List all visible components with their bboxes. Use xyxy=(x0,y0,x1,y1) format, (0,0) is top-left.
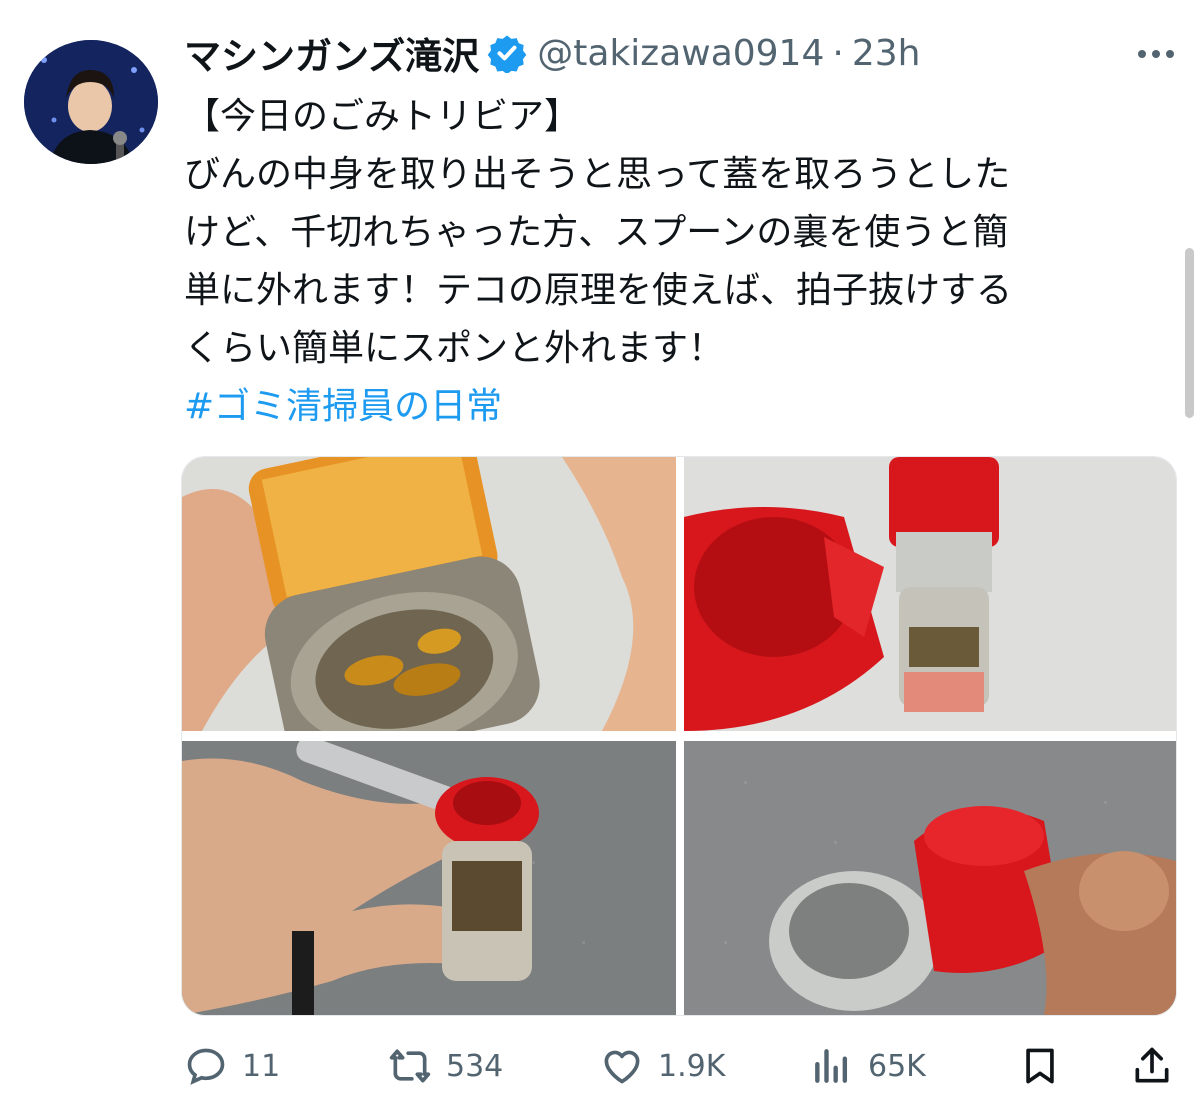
tweet-text: 【今日のごみトリビア】 びんの中身を取り出そうと思って蓋を取ろうとした けど、千… xyxy=(184,88,1159,436)
hashtag-link[interactable]: #ゴミ清掃員の日常 xyxy=(184,386,502,427)
retweet-count: 534 xyxy=(446,1048,504,1084)
reply-icon xyxy=(187,1048,225,1085)
action-bar: 11 534 1.9K 65K xyxy=(184,1036,1174,1096)
handle[interactable]: @takizawa0914 xyxy=(537,33,824,74)
share-button[interactable] xyxy=(1130,1036,1188,1096)
photo-spoon-prying-cap[interactable] xyxy=(182,741,676,1015)
bookmark-icon xyxy=(1026,1048,1054,1084)
photo-cap-and-jar[interactable] xyxy=(684,457,1176,731)
tweet-header: マシンガンズ滝沢 @takizawa0914 · 23h xyxy=(184,26,1120,80)
photo-jar-bottom[interactable] xyxy=(182,457,676,731)
tweet-text-line: びんの中身を取り出そうと思って蓋を取ろうとした xyxy=(184,154,1011,195)
views-count: 65K xyxy=(868,1048,926,1084)
display-name[interactable]: マシンガンズ滝沢 xyxy=(184,26,479,80)
tweet-text-line: けど、千切れちゃった方、スプーンの裏を使うと簡 xyxy=(184,212,1009,253)
more-dots-icon[interactable] xyxy=(1132,38,1180,70)
heart-icon xyxy=(604,1050,640,1084)
verified-badge-icon xyxy=(487,35,527,73)
like-count: 1.9K xyxy=(658,1048,726,1084)
tweet-text-line: 【今日のごみトリビア】 xyxy=(184,96,581,137)
like-button[interactable]: 1.9K xyxy=(600,1036,725,1096)
avatar[interactable] xyxy=(24,40,158,164)
photo-cap-removed[interactable] xyxy=(684,741,1176,1015)
retweet-icon xyxy=(389,1049,431,1083)
reply-count: 11 xyxy=(242,1048,281,1084)
reply-button[interactable]: 11 xyxy=(184,1036,280,1096)
bookmark-button[interactable] xyxy=(1018,1036,1076,1096)
avatar-photo xyxy=(24,40,158,164)
media-grid xyxy=(181,456,1177,1016)
views-chart-icon xyxy=(815,1049,848,1083)
scrollbar[interactable] xyxy=(1185,248,1194,418)
separator-dot: · xyxy=(832,32,844,74)
tweet-text-line: 単に外れます！テコの原理を使えば、拍子抜けする xyxy=(184,270,1013,311)
share-icon xyxy=(1135,1047,1169,1083)
retweet-button[interactable]: 534 xyxy=(388,1036,503,1096)
tweet-text-line: くらい簡単にスポンと外れます！ xyxy=(184,328,725,369)
views-button[interactable]: 65K xyxy=(810,1036,926,1096)
timestamp[interactable]: 23h xyxy=(852,33,921,74)
